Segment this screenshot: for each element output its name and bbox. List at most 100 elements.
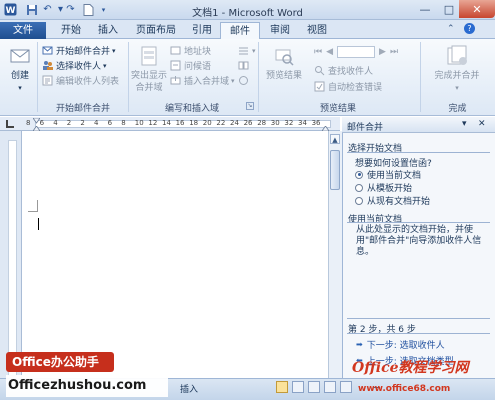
insert-mode-indicator[interactable]: 插入: [180, 382, 198, 395]
text-cursor: [38, 218, 39, 230]
preview-results-button[interactable]: 预览结果: [262, 44, 306, 82]
vertical-ruler-text-area: [8, 140, 17, 376]
chevron-down-icon: ▾: [231, 76, 235, 85]
next-record-icon[interactable]: ▶: [379, 47, 386, 57]
tab-view[interactable]: 视图: [298, 22, 336, 39]
watermark-badge: Office办公助手: [6, 352, 114, 372]
print-layout-view-button[interactable]: [276, 381, 288, 393]
ruler-number: 4: [94, 119, 99, 127]
ruler-number: 2: [80, 119, 85, 127]
tab-mailings[interactable]: 邮件: [220, 22, 260, 40]
insert-field-icon: [170, 75, 181, 86]
document-page[interactable]: [22, 131, 328, 378]
tab-stop-icon: [6, 120, 14, 128]
ruler-number: 34: [298, 119, 307, 127]
next-step-link[interactable]: ➡ 下一步: 选取收件人: [356, 338, 445, 351]
start-merge-label: 开始邮件合并: [56, 47, 111, 57]
highlight-fields-label: 突出显示合并域: [130, 71, 167, 93]
tab-page-layout[interactable]: 页面布局: [127, 22, 185, 39]
preview-results-label: 预览结果: [265, 71, 302, 81]
rules-button[interactable]: ▾: [238, 44, 256, 57]
ruler-number: 32: [284, 119, 294, 127]
tab-review[interactable]: 审阅: [261, 22, 299, 39]
option-from-existing[interactable]: 从现有文档开始: [355, 194, 430, 207]
create-dropdown-icon: ▾: [18, 84, 22, 92]
option-from-template[interactable]: 从模板开始: [355, 181, 412, 194]
tab-selector[interactable]: [0, 117, 22, 131]
radio-icon: [355, 183, 363, 192]
first-record-icon[interactable]: ⏮: [314, 47, 322, 57]
create-label: 创建: [10, 71, 29, 81]
web-layout-view-button[interactable]: [308, 381, 320, 393]
next-step-label: 下一步: 选取收件人: [366, 341, 445, 351]
finish-merge-button[interactable]: 完成并合并 ▾: [424, 44, 490, 94]
edit-list-icon: [42, 75, 53, 86]
previous-record-icon[interactable]: ◀: [326, 47, 333, 57]
select-recipients-button[interactable]: 选择收件人 ▾: [42, 59, 107, 72]
find-recipient-icon: [314, 65, 325, 76]
scroll-thumb[interactable]: [330, 150, 340, 190]
full-screen-view-button[interactable]: [292, 381, 304, 393]
draft-view-button[interactable]: [340, 381, 352, 393]
envelope-icon: [8, 44, 32, 68]
ruler-number: 8: [26, 119, 31, 127]
section-divider: [347, 318, 490, 319]
option-label: 使用当前文档: [367, 171, 422, 181]
ruler-number: 8: [121, 119, 126, 127]
start-merge-button[interactable]: 开始邮件合并 ▾: [42, 44, 116, 57]
minimize-button[interactable]: —: [413, 0, 437, 18]
close-button[interactable]: ✕: [459, 0, 495, 18]
insert-merge-field-button[interactable]: 插入合并域 ▾: [170, 74, 235, 87]
auto-check-icon: [314, 81, 325, 92]
arrow-right-icon: ➡: [356, 340, 363, 349]
option-label: 从现有文档开始: [367, 197, 431, 207]
highlight-fields-button[interactable]: 突出显示合并域: [130, 44, 168, 94]
first-line-indent-icon[interactable]: [32, 117, 41, 124]
write-insert-group-label: 编写和插入域: [164, 104, 219, 114]
tab-insert[interactable]: 插入: [89, 22, 127, 39]
page-margin-mark: [28, 200, 38, 212]
maximize-button[interactable]: □: [437, 0, 461, 18]
finish-merge-label: 完成并合并: [434, 71, 480, 81]
radio-selected-icon: [355, 170, 363, 179]
finish-group-label: 完成: [448, 104, 467, 114]
watermark-right-url: www.office68.com: [358, 384, 451, 394]
radio-icon: [355, 196, 363, 205]
address-block-label: 地址块: [184, 47, 212, 57]
outline-view-button[interactable]: [324, 381, 336, 393]
tab-home[interactable]: 开始: [52, 22, 90, 39]
dialog-launcher-icon[interactable]: ↘: [246, 102, 254, 110]
chevron-down-icon: ▾: [112, 46, 116, 55]
current-document-heading: 使用当前文档: [348, 215, 403, 225]
ribbon-minimize-icon[interactable]: ⌃: [447, 24, 455, 34]
record-navigation: ⏮ ◀ ▶ ⏭: [314, 45, 408, 58]
find-recipient-button[interactable]: 查找收件人: [314, 64, 373, 77]
scroll-up-icon[interactable]: ▲: [330, 134, 340, 144]
tab-file[interactable]: 文件: [0, 22, 46, 39]
ruler-number: 24: [230, 119, 239, 127]
record-number-input[interactable]: [337, 45, 376, 58]
auto-check-errors-button[interactable]: 自动检查错误: [314, 80, 382, 93]
tab-references[interactable]: 引用: [183, 22, 221, 39]
update-labels-button[interactable]: [238, 74, 252, 87]
address-block-icon: [170, 45, 181, 56]
option-use-current[interactable]: 使用当前文档: [355, 168, 421, 181]
ruler-number: 16: [175, 119, 185, 127]
help-icon[interactable]: ?: [464, 23, 475, 34]
match-fields-button[interactable]: [238, 59, 252, 72]
edit-recipients-button[interactable]: 编辑收件人列表: [42, 74, 119, 87]
ruler-number: 18: [189, 119, 199, 127]
pane-close-icon[interactable]: ✕: [478, 119, 486, 129]
ruler-number: 2: [66, 119, 72, 127]
address-block-button[interactable]: 地址块: [170, 44, 211, 57]
last-record-icon[interactable]: ⏭: [390, 47, 398, 57]
ruler-number: 6: [107, 119, 113, 127]
pane-options-icon[interactable]: ▾: [462, 119, 467, 129]
section-divider: [347, 222, 490, 223]
start-merge-icon: [42, 45, 53, 56]
ruler-number: 30: [270, 119, 280, 127]
ruler-number: 22: [216, 119, 226, 127]
ruler-number: 20: [202, 119, 212, 127]
greeting-line-button[interactable]: 问候语: [170, 59, 211, 72]
create-button[interactable]: 创建 ▾: [6, 44, 34, 94]
